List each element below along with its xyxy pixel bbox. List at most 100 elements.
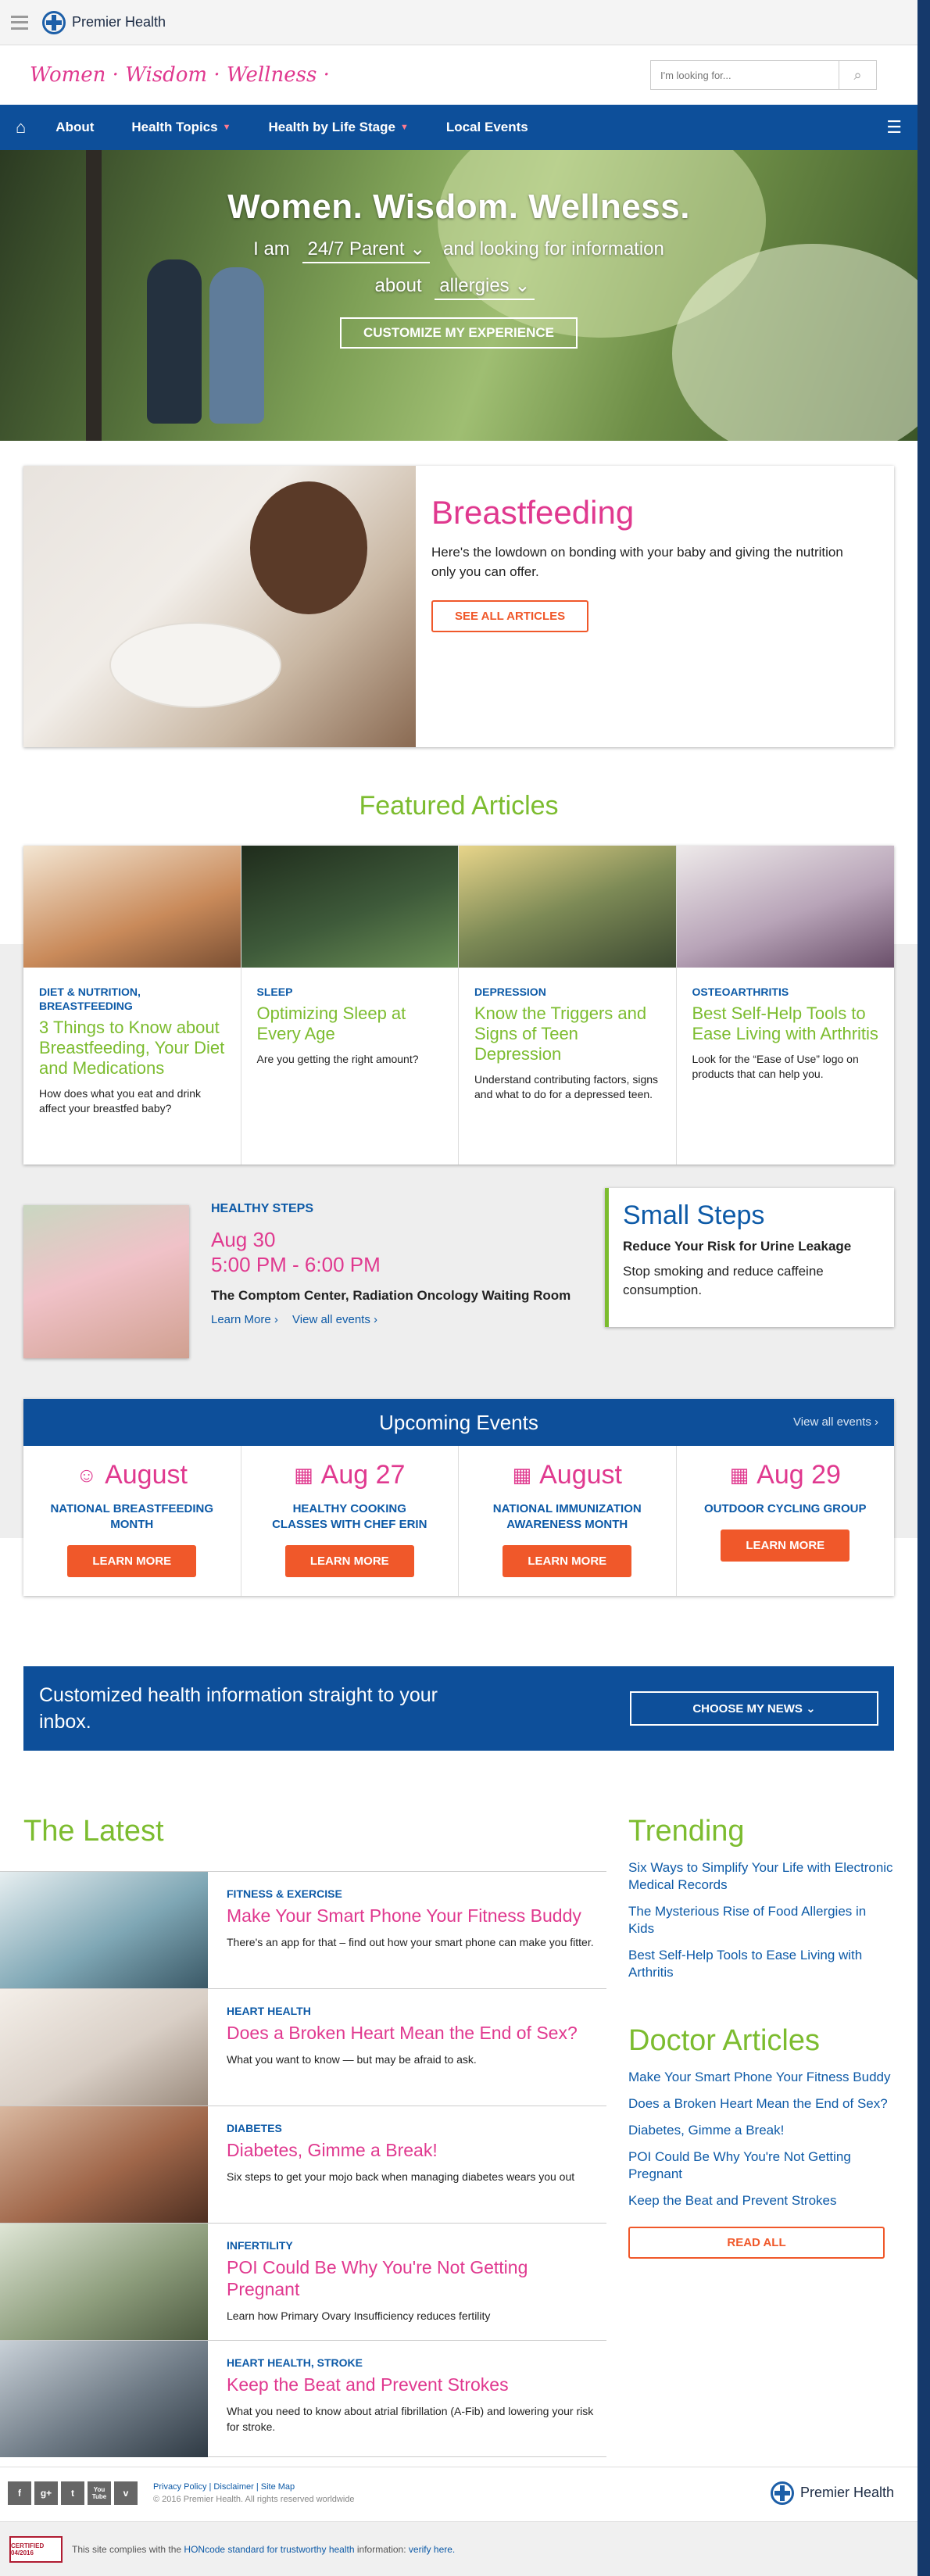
event-name[interactable]: OUTDOOR CYCLING GROUP <box>699 1501 871 1517</box>
about-label: about <box>374 275 422 296</box>
hon-link[interactable]: HONcode standard for trustworthy health <box>184 2544 354 2555</box>
card-title[interactable]: Best Self-Help Tools to Ease Living with… <box>692 1004 879 1044</box>
article-category: Fitness & Exercise <box>227 1887 342 1900</box>
doctor-articles-heading: Doctor Articles <box>628 2024 820 2057</box>
view-all-events-link[interactable]: View all events › <box>793 1399 878 1446</box>
event-date: Aug 29 <box>757 1460 841 1490</box>
topic-select[interactable]: allergies ⌄ <box>435 274 535 300</box>
top-bar: Premier Health <box>0 0 917 45</box>
trending-link[interactable]: Six Ways to Simplify Your Life with Elec… <box>628 1859 894 1894</box>
doctor-article-link[interactable]: Does a Broken Heart Mean the End of Sex? <box>628 2095 894 2113</box>
site-tagline[interactable]: Women · Wisdom · Wellness · <box>30 63 330 87</box>
facebook-icon[interactable]: f <box>8 2481 31 2505</box>
trending-section: Trending Six Ways to Simplify Your Life … <box>628 1815 894 1991</box>
menu-icon[interactable] <box>11 15 28 30</box>
learn-more-button[interactable]: LEARN MORE <box>503 1545 632 1577</box>
feature-body: Breastfeeding Here's the lowdown on bond… <box>416 466 869 747</box>
search-input[interactable] <box>651 61 839 89</box>
nav-life-stage-label: Health by Life Stage <box>268 120 395 134</box>
learn-more-button[interactable]: LEARN MORE <box>67 1545 197 1577</box>
see-all-articles-button[interactable]: SEE ALL ARTICLES <box>431 600 589 632</box>
view-all-events-link[interactable]: View all events › <box>292 1313 377 1326</box>
article-desc: Learn how Primary Ovary Insufficiency re… <box>227 2309 491 2322</box>
article-title[interactable]: POI Could Be Why You're Not Getting Preg… <box>227 2256 599 2300</box>
featured-card[interactable]: Osteoarthritis Best Self-Help Tools to E… <box>676 846 895 1165</box>
article-desc: What you need to know about atrial fibri… <box>227 2405 594 2433</box>
feature-title[interactable]: Breastfeeding <box>431 494 853 531</box>
learn-more-button[interactable]: LEARN MORE <box>721 1530 850 1562</box>
nav-local-events[interactable]: Local Events <box>446 120 528 135</box>
list-item[interactable]: Heart Health Does a Broken Heart Mean th… <box>0 1988 606 2106</box>
footer-links: Privacy Policy | Disclaimer | Site Map ©… <box>153 2481 355 2506</box>
article-category: Heart Health <box>227 2005 311 2017</box>
list-item[interactable]: Fitness & Exercise Make Your Smart Phone… <box>0 1871 606 1988</box>
hon-prefix: This site complies with the <box>72 2543 182 2555</box>
nav-health-by-life-stage[interactable]: Health by Life Stage ▼ <box>268 120 408 135</box>
article-title[interactable]: Does a Broken Heart Mean the End of Sex? <box>227 2022 599 2044</box>
card-text: Osteoarthritis Best Self-Help Tools to E… <box>677 968 895 1082</box>
settings-sliders-icon[interactable]: ☰ <box>886 117 902 138</box>
trending-link[interactable]: The Mysterious Rise of Food Allergies in… <box>628 1903 894 1937</box>
card-title[interactable]: Optimizing Sleep at Every Age <box>257 1004 443 1044</box>
event-name[interactable]: NATIONAL IMMUNIZATION AWARENESS MONTH <box>481 1501 653 1533</box>
search-icon: ⌕ <box>853 66 862 83</box>
event-name[interactable]: HEALTHY COOKING CLASSES WITH CHEF ERIN <box>263 1501 435 1533</box>
doctor-article-link[interactable]: Diabetes, Gimme a Break! <box>628 2122 894 2139</box>
article-desc: What you want to know — but may be afrai… <box>227 2053 477 2066</box>
the-latest-heading: The Latest <box>23 1815 164 1848</box>
home-icon[interactable]: ⌂ <box>16 117 26 138</box>
choose-my-news-button[interactable]: CHOOSE MY NEWS ⌄ <box>630 1691 878 1726</box>
persona-select[interactable]: 24/7 Parent ⌄ <box>302 238 431 263</box>
card-image <box>241 846 458 968</box>
article-desc: Six steps to get your mojo back when man… <box>227 2170 575 2183</box>
footer-logo[interactable]: Premier Health <box>770 2481 894 2505</box>
healthy-steps-label: HEALTHY STEPS <box>211 1202 313 1215</box>
list-item[interactable]: Diabetes Diabetes, Gimme a Break! Six st… <box>0 2106 606 2223</box>
nav-about[interactable]: About <box>55 120 94 135</box>
social-links: f g+ t You Tube v <box>8 2481 138 2505</box>
event-date: Aug 30 <box>211 1228 276 1251</box>
card-text: Depression Know the Triggers and Signs o… <box>459 968 676 1102</box>
brand-name: Premier Health <box>72 14 166 30</box>
premier-health-logo[interactable]: Premier Health <box>42 10 166 34</box>
hero-topic-line: about allergies ⌄ <box>0 274 917 300</box>
card-title[interactable]: Know the Triggers and Signs of Teen Depr… <box>474 1004 660 1064</box>
list-item[interactable]: Heart Health, Stroke Keep the Beat and P… <box>0 2340 606 2457</box>
doctor-article-link[interactable]: Keep the Beat and Prevent Strokes <box>628 2192 894 2209</box>
trending-link[interactable]: Best Self-Help Tools to Ease Living with… <box>628 1947 894 1981</box>
card-title[interactable]: 3 Things to Know about Breastfeeding, Yo… <box>39 1018 225 1079</box>
customize-button[interactable]: CUSTOMIZE MY EXPERIENCE <box>339 317 578 349</box>
chevron-down-icon: ▼ <box>222 123 231 132</box>
article-text: Fitness & Exercise Make Your Smart Phone… <box>208 1872 599 1988</box>
featured-card[interactable]: Sleep Optimizing Sleep at Every Age Are … <box>241 846 459 1165</box>
verify-link[interactable]: verify here. <box>409 2544 455 2555</box>
vine-icon[interactable]: v <box>114 2481 138 2505</box>
article-category: Heart Health, Stroke <box>227 2356 363 2369</box>
scrollbar-rail[interactable] <box>917 0 930 2576</box>
breastfeeding-image <box>23 466 416 747</box>
twitter-icon[interactable]: t <box>61 2481 84 2505</box>
footer-nav-links[interactable]: Privacy Policy | Disclaimer | Site Map <box>153 2481 355 2493</box>
nav-health-topics[interactable]: Health Topics ▼ <box>131 120 231 135</box>
nav-local-events-label: Local Events <box>445 120 528 134</box>
learn-more-button[interactable]: LEARN MORE <box>284 1545 414 1577</box>
learn-more-link[interactable]: Learn More › <box>211 1313 278 1326</box>
search-button[interactable]: ⌕ <box>839 61 876 89</box>
small-steps-title: Small Steps <box>623 1200 765 1230</box>
doctor-article-link[interactable]: POI Could Be Why You're Not Getting Preg… <box>628 2148 894 2183</box>
youtube-icon[interactable]: You Tube <box>88 2481 111 2505</box>
hon-badge[interactable]: CERTIFIED 04/2016 <box>9 2535 63 2563</box>
event-name[interactable]: NATIONAL BREASTFEEDING MONTH <box>46 1501 218 1533</box>
read-all-button[interactable]: READ ALL <box>628 2227 885 2259</box>
featured-card[interactable]: Diet & Nutrition, Breastfeeding 3 Things… <box>23 846 241 1165</box>
doctor-article-link[interactable]: Make Your Smart Phone Your Fitness Buddy <box>628 2069 894 2086</box>
event-links: Learn More › View all events › <box>211 1313 578 1326</box>
article-title[interactable]: Make Your Smart Phone Your Fitness Buddy <box>227 1905 599 1927</box>
google-plus-icon[interactable]: g+ <box>34 2481 58 2505</box>
article-title[interactable]: Diabetes, Gimme a Break! <box>227 2139 599 2161</box>
brand-bar: Women · Wisdom · Wellness · ⌕ <box>0 45 917 105</box>
event-date: Aug 27 <box>320 1460 406 1490</box>
article-title[interactable]: Keep the Beat and Prevent Strokes <box>227 2374 599 2395</box>
featured-card[interactable]: Depression Know the Triggers and Signs o… <box>459 846 677 1165</box>
list-item[interactable]: Infertility POI Could Be Why You're Not … <box>0 2223 606 2340</box>
